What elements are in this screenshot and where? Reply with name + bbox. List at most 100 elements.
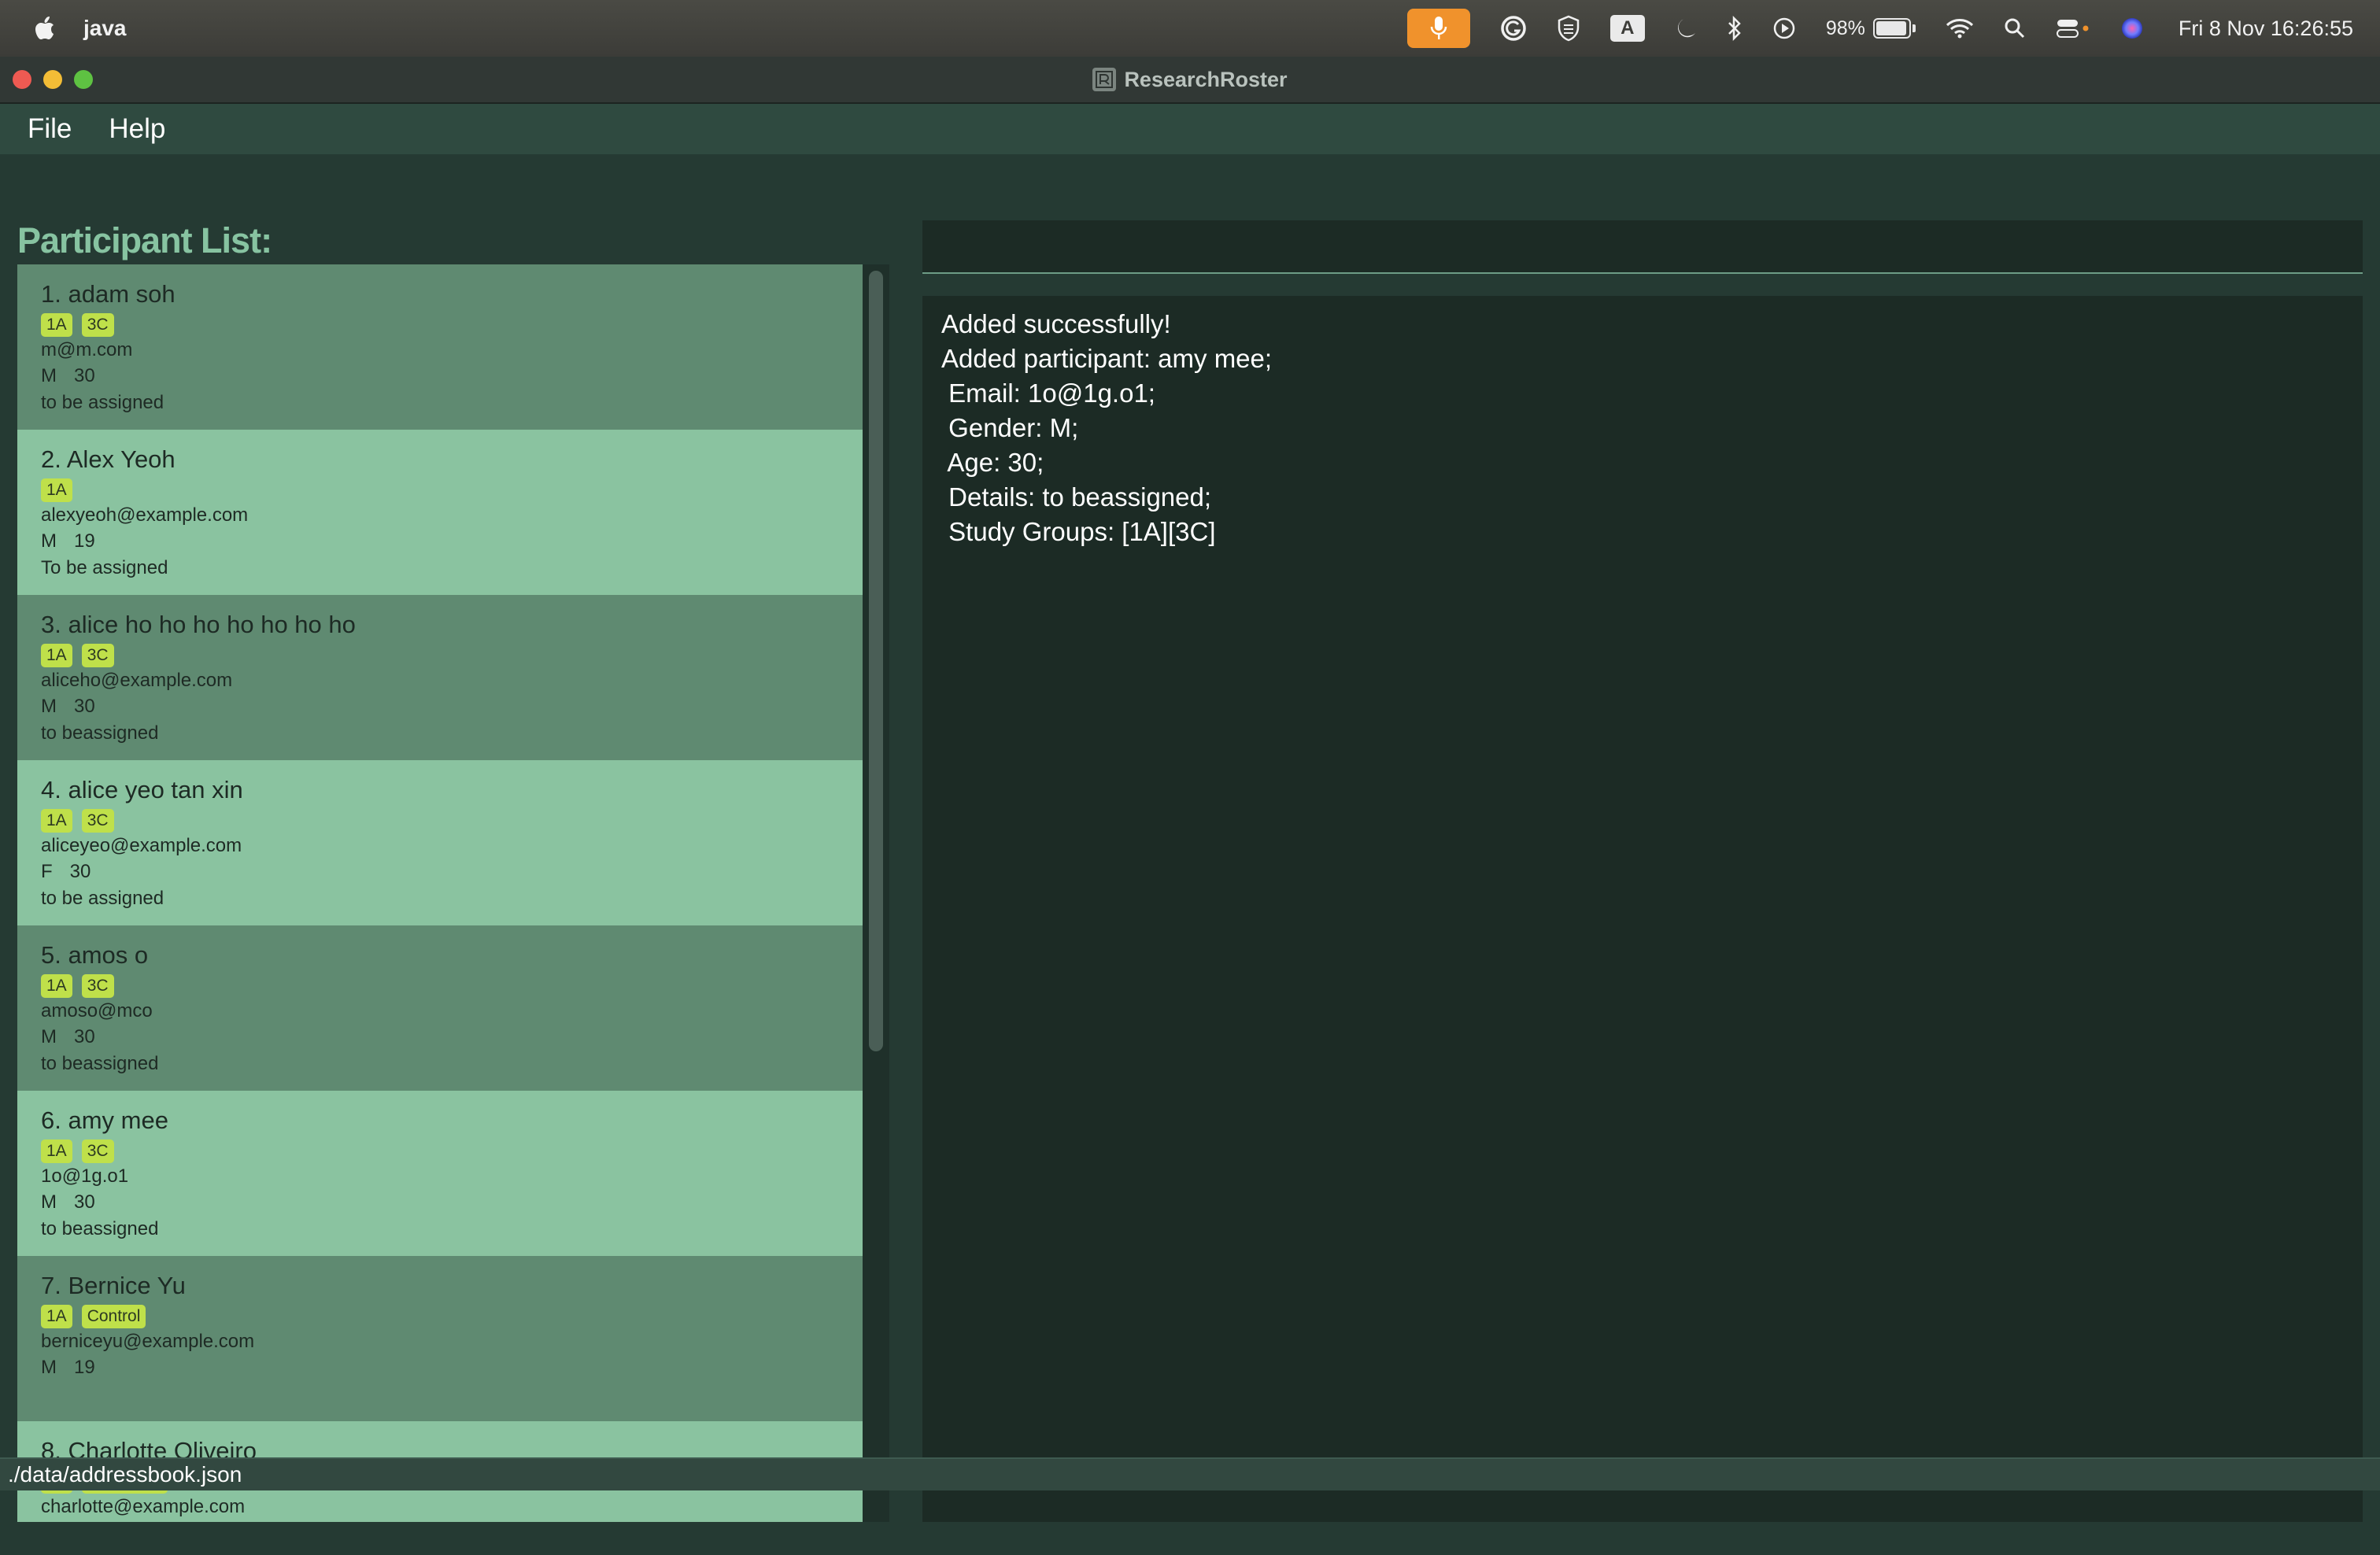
- input-source-icon[interactable]: A: [1609, 15, 1645, 42]
- participant-age: 30: [74, 365, 95, 386]
- participant-name: 3. alice ho ho ho ho ho ho ho: [41, 611, 356, 638]
- close-window-button[interactable]: [13, 70, 31, 89]
- study-group-tag: 3C: [81, 974, 114, 998]
- participant-age: 30: [74, 1191, 95, 1213]
- bluetooth-icon[interactable]: [1727, 13, 1743, 44]
- participant-gender: M: [41, 1026, 57, 1047]
- command-input[interactable]: [922, 220, 2363, 274]
- participant-list-title: Participant List:: [17, 220, 272, 260]
- menu-help[interactable]: Help: [109, 113, 165, 145]
- control-center-icon[interactable]: [2056, 13, 2090, 44]
- battery-icon: [1872, 18, 1911, 39]
- participant-card[interactable]: 3. alice ho ho ho ho ho ho ho 1A 3C aliceho…: [17, 595, 863, 760]
- macos-menu-bar: java A 98% Fri 8 Nov 16:26:55: [0, 0, 2380, 57]
- participant-age: 30: [74, 1026, 95, 1047]
- participant-email: m@m.com: [41, 339, 133, 360]
- result-line: Study Groups: [1A][3C]: [941, 517, 1216, 546]
- participant-age: 19: [74, 530, 95, 552]
- participant-email: berniceyu@example.com: [41, 1331, 255, 1352]
- result-line: Gender: M;: [941, 413, 1079, 442]
- participant-card[interactable]: 1. adam soh 1A 3C m@m.com M 30 to be assigned: [17, 264, 863, 430]
- study-group-tag: 1A: [41, 313, 72, 337]
- participant-gender-age: M 30: [41, 1191, 95, 1213]
- app-logo-icon: [1092, 68, 1117, 91]
- participant-tags: 1A: [41, 478, 82, 502]
- participant-list[interactable]: 1. adam soh 1A 3C m@m.com M 30 to be assigned 2…: [17, 264, 889, 1522]
- participant-tags: 1A 3C: [41, 1139, 124, 1163]
- study-group-tag: 1A: [41, 1139, 72, 1163]
- apple-logo-icon[interactable]: [31, 15, 57, 42]
- active-app-name[interactable]: java: [83, 16, 127, 41]
- menu-file[interactable]: File: [28, 113, 72, 145]
- result-line: Details: to beassigned;: [941, 482, 1212, 512]
- participant-email: charlotte@example.com: [41, 1496, 246, 1517]
- participant-gender-age: M 19: [41, 1357, 95, 1379]
- participant-details: to beassigned: [41, 722, 159, 744]
- study-group-tag: 1A: [41, 809, 72, 833]
- participant-email: aliceho@example.com: [41, 670, 233, 691]
- study-group-tag: 3C: [81, 313, 114, 337]
- participant-tags: 1A 3C: [41, 313, 124, 337]
- battery-percent: 98%: [1825, 17, 1865, 39]
- window-title-bar[interactable]: ResearchRoster: [0, 57, 2380, 104]
- participant-card[interactable]: 6. amy mee 1A 3C 1o@1g.o1 M 30 to beassigned: [17, 1091, 863, 1256]
- microphone-icon[interactable]: [1406, 9, 1470, 48]
- wifi-icon[interactable]: [1946, 13, 1974, 44]
- result-line: Age: 30;: [941, 448, 1044, 477]
- app-window: ResearchRoster File Help Participant Lis…: [0, 57, 2380, 1555]
- participant-gender: M: [41, 696, 57, 717]
- zoom-window-button[interactable]: [74, 70, 93, 89]
- participant-tags: 1A 3C: [41, 644, 124, 667]
- participant-card[interactable]: 5. amos o 1A 3C amoso@mco M 30 to beassigned: [17, 925, 863, 1091]
- participant-gender-age: F 30: [41, 861, 91, 883]
- participant-details: to beassigned: [41, 1053, 159, 1074]
- study-group-tag: 1A: [41, 644, 72, 667]
- status-bar: ./data/addressbook.json: [0, 1457, 2380, 1490]
- siri-icon[interactable]: [2120, 13, 2144, 44]
- participant-tags: 1A 3C: [41, 974, 124, 998]
- participant-details: to be assigned: [41, 888, 164, 909]
- result-line: Email: 1o@1g.o1;: [941, 379, 1155, 408]
- participant-name: 4. alice yeo tan xin: [41, 776, 243, 803]
- study-group-tag: 3C: [81, 644, 114, 667]
- result-display[interactable]: Added successfully! Added participant: am…: [922, 296, 2363, 1522]
- result-line: Added participant: amy mee;: [941, 344, 1273, 373]
- participant-email: alexyeoh@example.com: [41, 504, 249, 526]
- participant-gender: M: [41, 1191, 57, 1213]
- now-playing-icon[interactable]: [1772, 13, 1796, 44]
- participant-tags: 1A Control: [41, 1305, 155, 1328]
- study-group-tag: Control: [81, 1305, 146, 1328]
- grammarly-icon[interactable]: [1500, 13, 1527, 44]
- study-group-tag: 1A: [41, 1305, 72, 1328]
- study-group-tag: 1A: [41, 974, 72, 998]
- app-menu-bar: File Help: [0, 104, 2380, 154]
- participant-age: 30: [74, 696, 95, 717]
- participant-gender: F: [41, 861, 53, 882]
- result-line: Added successfully!: [941, 309, 1171, 338]
- participant-card[interactable]: 4. alice yeo tan xin 1A 3C aliceyeo@example…: [17, 760, 863, 925]
- study-group-tag: 1A: [41, 478, 72, 502]
- battery-status[interactable]: 98%: [1826, 13, 1916, 44]
- participant-gender-age: M 30: [41, 696, 95, 718]
- participant-age: 19: [74, 1357, 95, 1378]
- participant-gender-age: M 30: [41, 365, 95, 387]
- menubar-status-area: A 98% Fri 8 Nov 16:26:55: [1406, 0, 2380, 57]
- participant-name: 5. amos o: [41, 941, 149, 969]
- participant-card[interactable]: 7. Bernice Yu 1A Control berniceyu@example.…: [17, 1256, 863, 1421]
- minimize-window-button[interactable]: [43, 70, 62, 89]
- status-file-path: ./data/addressbook.json: [8, 1462, 242, 1487]
- participant-gender: M: [41, 1357, 57, 1378]
- participant-name: 1. adam soh: [41, 280, 176, 308]
- spotlight-search-icon[interactable]: [2004, 13, 2026, 44]
- participant-tags: 1A 3C: [41, 809, 124, 833]
- participant-name: 6. amy mee: [41, 1106, 168, 1134]
- participant-card[interactable]: 2. Alex Yeoh 1A alexyeoh@example.com M 19 To …: [17, 430, 863, 595]
- participant-gender: M: [41, 365, 57, 386]
- participant-details: To be assigned: [41, 557, 168, 578]
- privacy-shield-icon[interactable]: [1557, 13, 1580, 44]
- window-controls: [13, 70, 105, 89]
- do-not-disturb-moon-icon[interactable]: [1675, 13, 1697, 44]
- participant-list-scrollbar[interactable]: [869, 271, 883, 1051]
- participant-name: 2. Alex Yeoh: [41, 445, 176, 473]
- menubar-clock[interactable]: Fri 8 Nov 16:26:55: [2179, 17, 2353, 41]
